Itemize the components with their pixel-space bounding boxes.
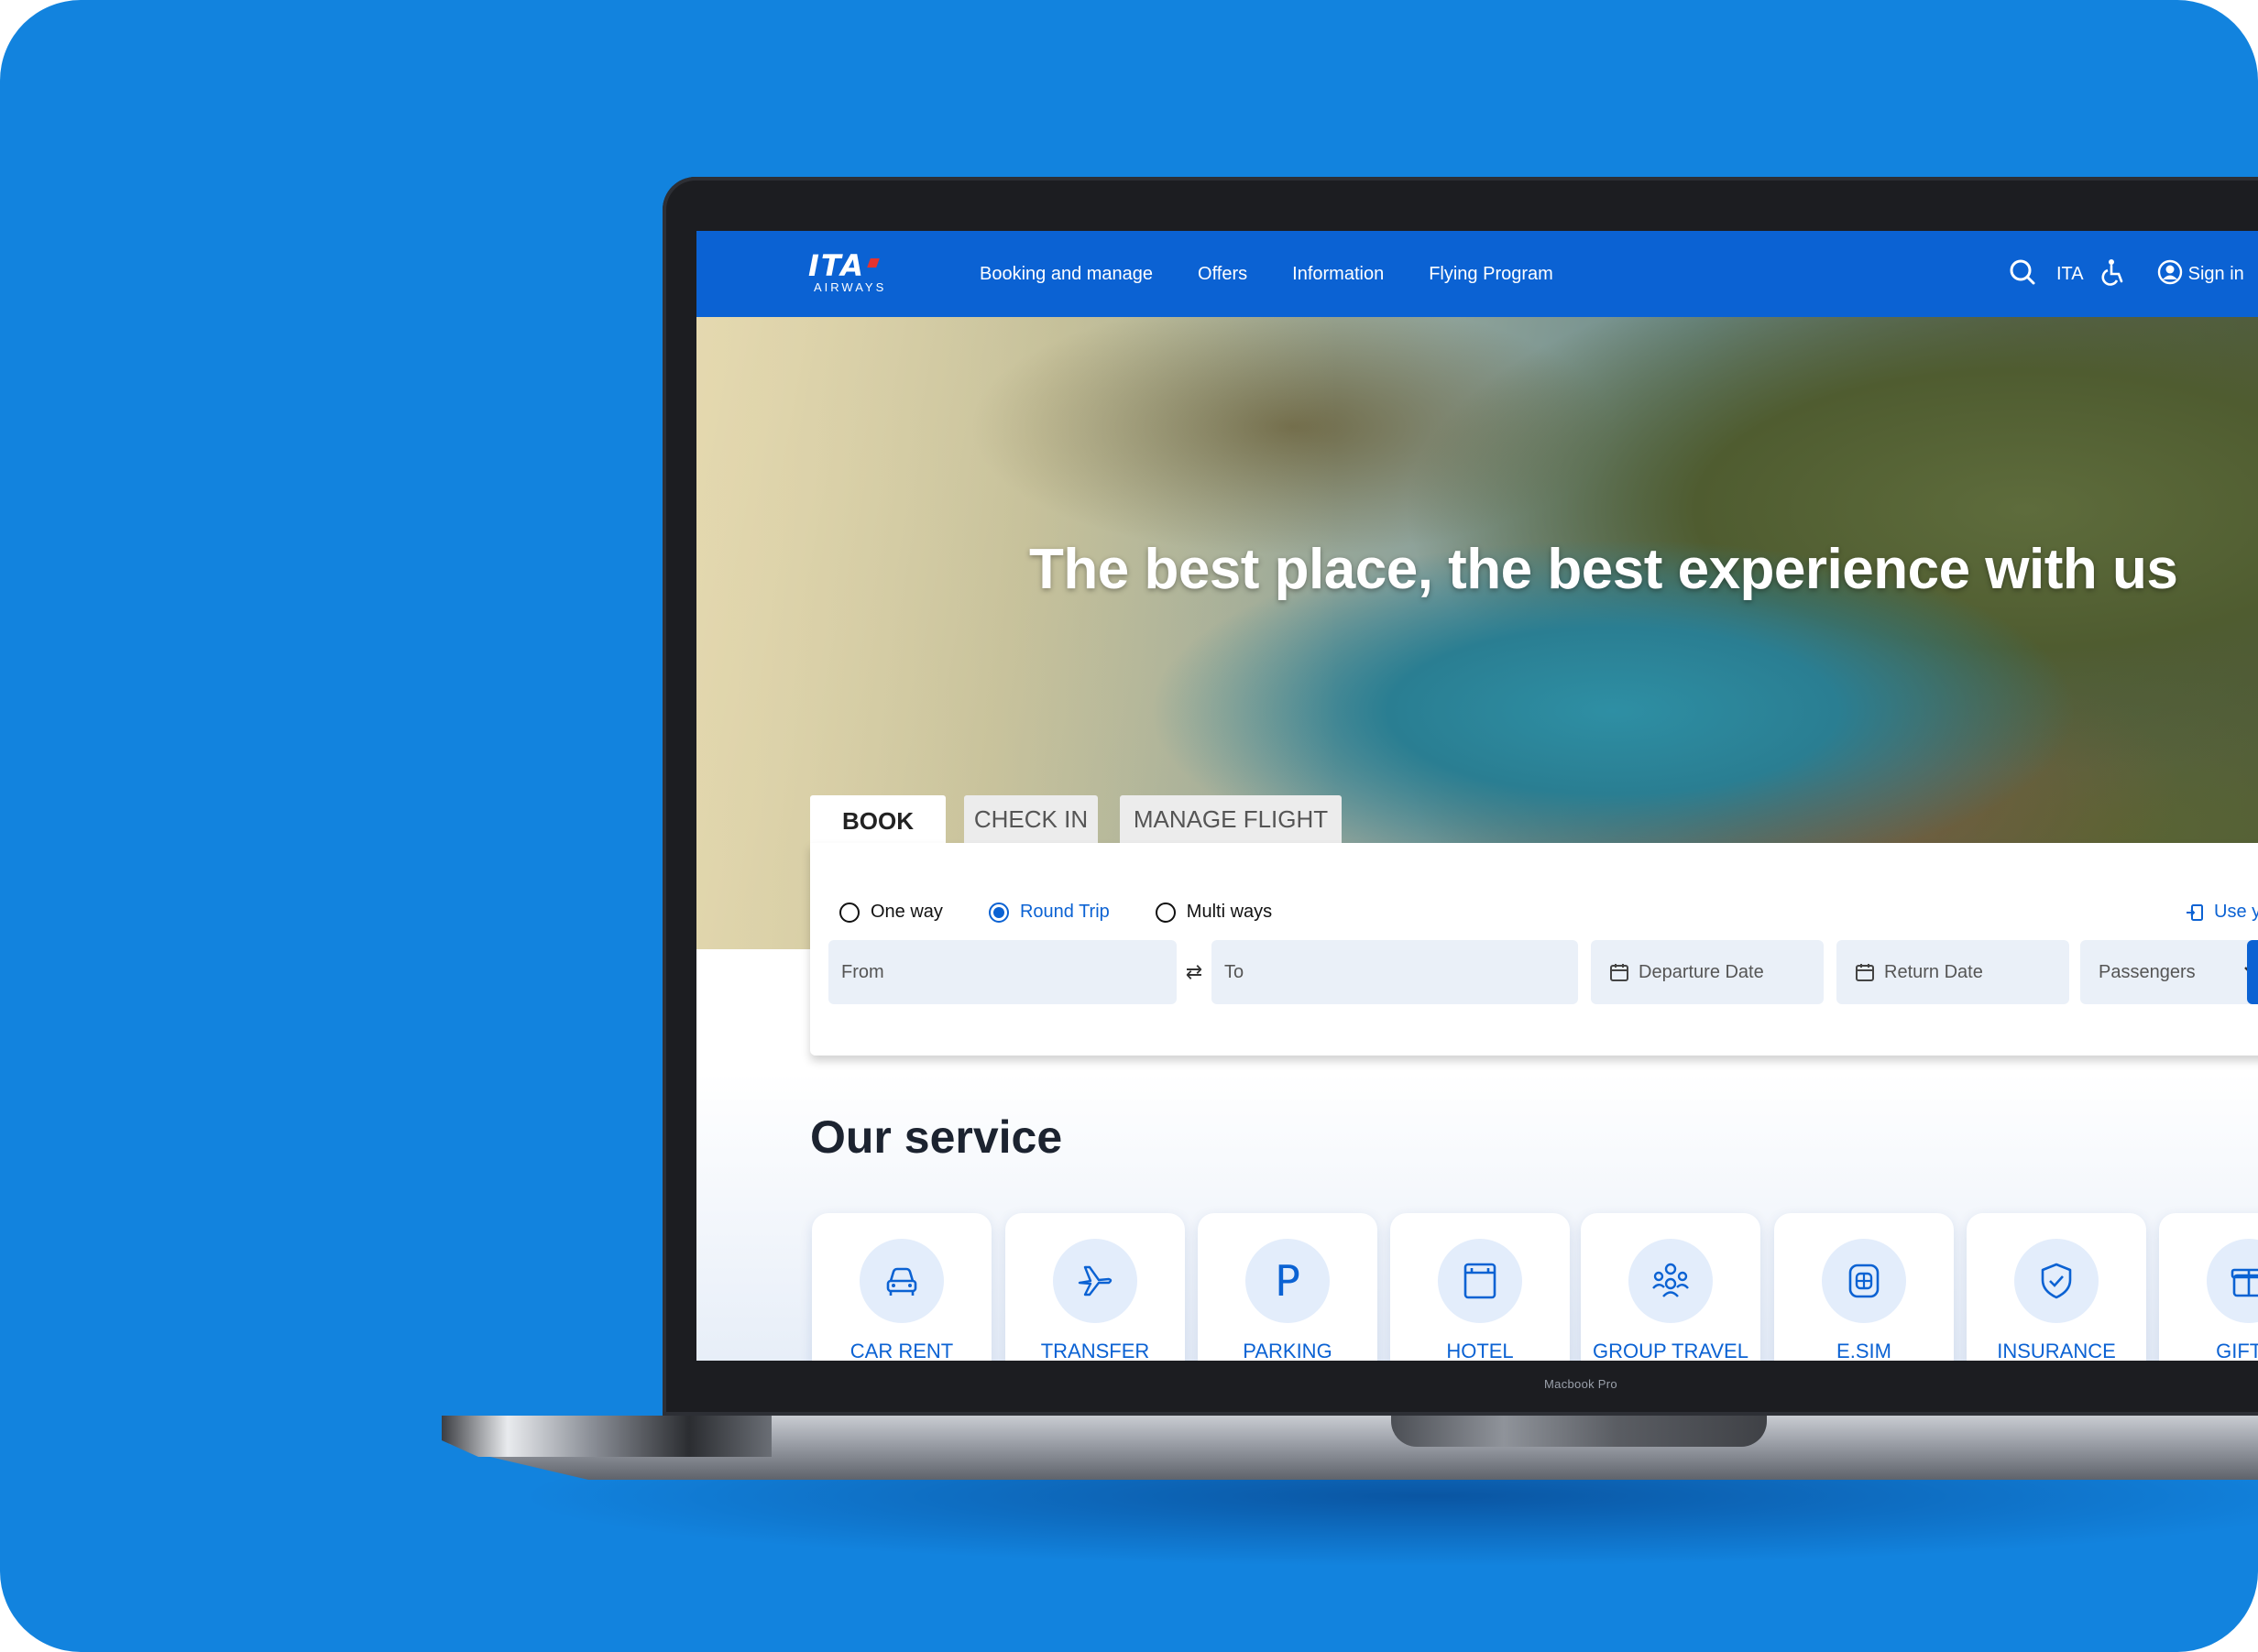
search-icon[interactable]	[2009, 258, 2036, 290]
service-label: E.SIM	[1836, 1340, 1891, 1361]
gift-icon	[2207, 1239, 2258, 1323]
return-date-field[interactable]: Return Date	[1836, 940, 2069, 1004]
hero-title: The best place, the best experience with…	[1029, 538, 2178, 601]
from-field[interactable]: From	[828, 940, 1177, 1004]
services-title: Our service	[810, 1111, 1063, 1163]
nav-links: Booking and manage Offers Information Fl…	[980, 231, 1553, 317]
nav-link-information[interactable]: Information	[1292, 264, 1384, 285]
volare-points-link[interactable]: Use your Volare points	[2185, 902, 2258, 923]
ita-airways-logo[interactable]: ITA AIRWAYS	[808, 251, 909, 301]
radio-circle-selected	[988, 902, 1009, 923]
sim-icon	[1822, 1239, 1906, 1323]
service-card-hotel[interactable]: HOTEL	[1390, 1213, 1570, 1361]
parking-icon: P	[1245, 1239, 1330, 1323]
service-card-gift-card[interactable]: GIFT C	[2159, 1213, 2258, 1361]
top-navbar: ITA AIRWAYS Booking and manage Offers In…	[696, 231, 2258, 317]
laptop-base-edge	[442, 1416, 772, 1457]
departure-date-field[interactable]: Departure Date	[1591, 940, 1824, 1004]
radio-circle	[839, 902, 860, 923]
service-card-group-travel[interactable]: GROUP TRAVEL	[1581, 1213, 1760, 1361]
service-label: PARKING	[1243, 1340, 1332, 1361]
device-label: Macbook Pro	[1544, 1377, 1617, 1391]
tab-book[interactable]: BOOK	[810, 795, 946, 847]
service-card-insurance[interactable]: INSURANCE	[1967, 1213, 2146, 1361]
hotel-icon	[1438, 1239, 1522, 1323]
tab-check-in[interactable]: CHECK IN	[964, 795, 1098, 843]
group-icon	[1628, 1239, 1713, 1323]
car-icon	[860, 1239, 944, 1323]
radio-round-trip[interactable]: Round Trip	[988, 902, 1110, 923]
logo-sub: AIRWAYS	[814, 280, 887, 294]
accessibility-icon[interactable]	[2100, 258, 2126, 290]
return-placeholder: Return Date	[1884, 961, 1983, 982]
nav-link-offers[interactable]: Offers	[1198, 264, 1247, 285]
search-flights-button[interactable]	[2247, 940, 2258, 1004]
language-selector[interactable]: ITA	[2056, 264, 2084, 285]
nav-link-booking[interactable]: Booking and manage	[980, 264, 1153, 285]
radio-label: Multi ways	[1186, 902, 1273, 922]
to-field[interactable]: To	[1211, 940, 1578, 1004]
plane-icon	[1053, 1239, 1137, 1323]
calendar-icon	[1856, 964, 1874, 981]
laptop-notch	[1391, 1416, 1767, 1447]
points-icon	[2187, 903, 2203, 921]
radio-circle	[1155, 902, 1176, 923]
swap-icon[interactable]: ⇄	[1177, 955, 1211, 990]
service-card-car-rent[interactable]: CAR RENT	[812, 1213, 992, 1361]
presentation-background: Macbook Pro The best place, the best exp…	[0, 0, 2258, 1652]
sign-in-link[interactable]: Sign in	[2188, 264, 2244, 285]
from-placeholder: From	[841, 961, 884, 982]
tab-manage-flight[interactable]: MANAGE FLIGHT	[1120, 795, 1342, 843]
volare-points-label: Use your Volare points	[2214, 902, 2258, 922]
service-label: GROUP TRAVEL	[1593, 1340, 1748, 1361]
calendar-icon	[1610, 964, 1628, 981]
service-card-esim[interactable]: E.SIM	[1774, 1213, 1954, 1361]
radio-multi-ways[interactable]: Multi ways	[1155, 902, 1273, 923]
radio-label: Round Trip	[1019, 902, 1110, 922]
shield-icon	[2014, 1239, 2099, 1323]
departure-placeholder: Departure Date	[1639, 961, 1764, 982]
laptop-shadow	[513, 1466, 2258, 1567]
booking-panel: One way Round Trip Multi ways Use your V…	[810, 843, 2258, 1056]
service-card-transfer[interactable]: TRANSFER	[1005, 1213, 1185, 1361]
passengers-select[interactable]: Passengers	[2080, 940, 2258, 1004]
service-label: HOTEL	[1446, 1340, 1514, 1361]
service-label: TRANSFER	[1040, 1340, 1150, 1361]
browser-screen: The best place, the best experience with…	[696, 231, 2258, 1361]
user-icon[interactable]	[2157, 259, 2183, 290]
logo-main: ITA	[808, 248, 866, 283]
passengers-placeholder: Passengers	[2099, 961, 2196, 982]
radio-label: One way	[871, 902, 943, 922]
radio-one-way[interactable]: One way	[839, 902, 943, 923]
service-card-parking[interactable]: P PARKING	[1198, 1213, 1377, 1361]
nav-actions: ITA Sign in	[2009, 231, 2244, 317]
trip-type-selector: One way Round Trip Multi ways	[839, 902, 1318, 923]
to-placeholder: To	[1224, 961, 1244, 982]
service-label: INSURANCE	[1997, 1340, 2116, 1361]
service-label: CAR RENT	[849, 1340, 954, 1361]
nav-link-flying-program[interactable]: Flying Program	[1429, 264, 1553, 285]
service-label: GIFT C	[2216, 1340, 2258, 1361]
